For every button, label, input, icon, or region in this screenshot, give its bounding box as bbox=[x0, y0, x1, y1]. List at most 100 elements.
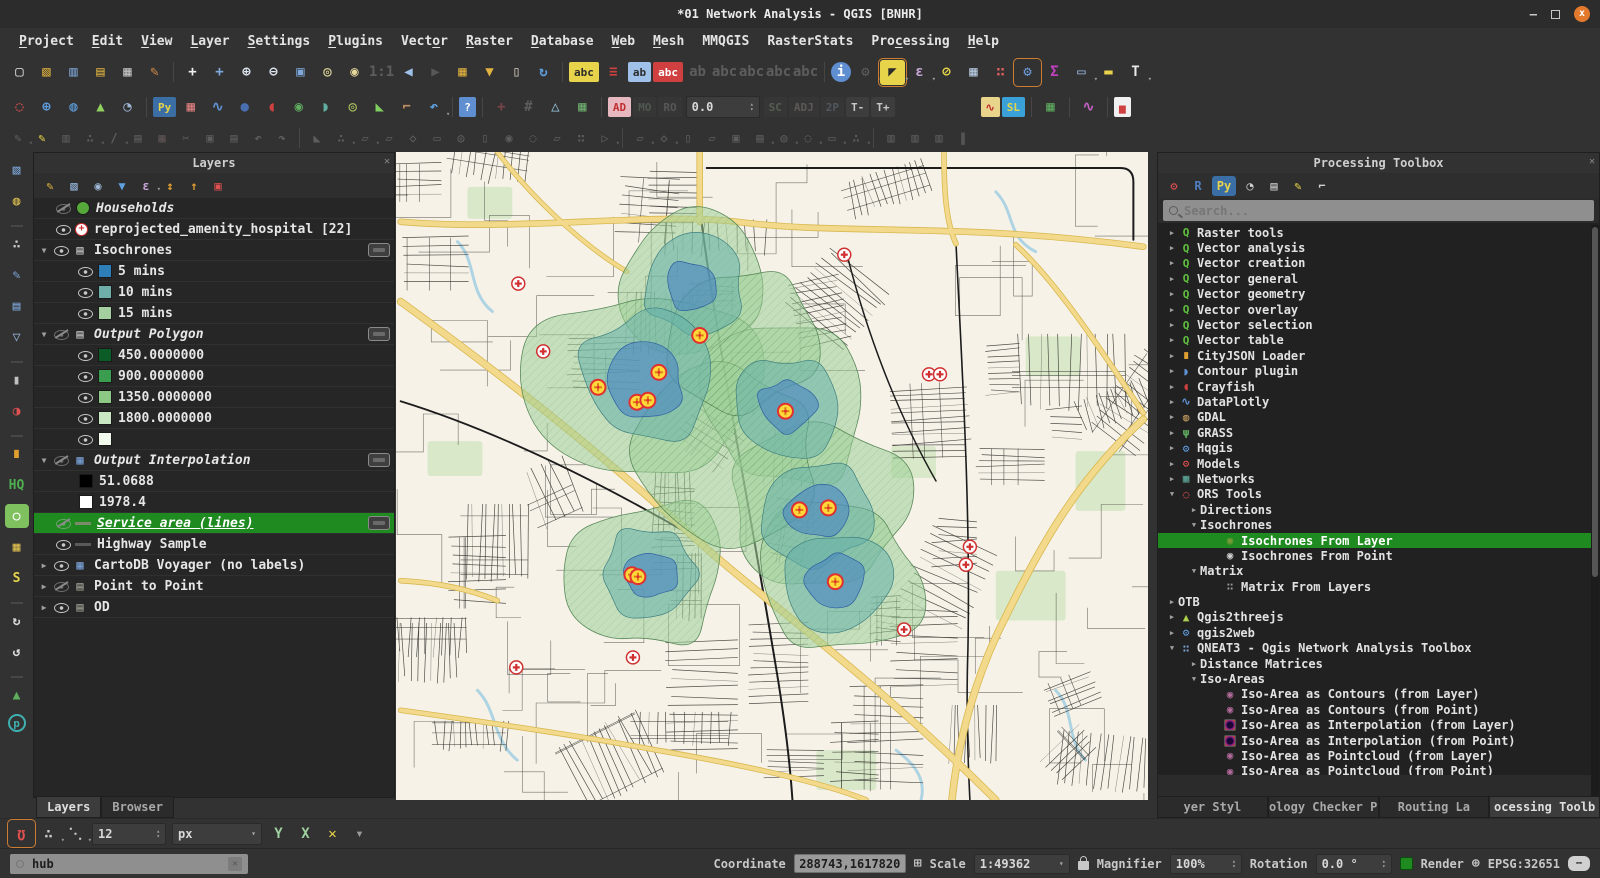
undo-plugin-button[interactable]: ↺ bbox=[5, 640, 29, 664]
layers-panel-close-icon[interactable]: ✕ bbox=[384, 156, 390, 167]
python-console-button[interactable]: Py bbox=[153, 97, 176, 117]
show-bookmarks-button[interactable]: ▯ bbox=[504, 60, 529, 85]
layer-row-450-0000000[interactable]: 450.0000000 bbox=[34, 345, 394, 366]
algorithm-vector-analysis[interactable]: ▶QVector analysis bbox=[1158, 240, 1599, 255]
algorithm-vector-table[interactable]: ▶QVector table bbox=[1158, 333, 1599, 348]
algorithm-isochrones[interactable]: ▼Isochrones bbox=[1158, 517, 1599, 532]
redo-button[interactable]: ↷ bbox=[271, 127, 293, 149]
visibility-eye-icon[interactable] bbox=[78, 264, 93, 279]
expander-icon[interactable]: ▼ bbox=[38, 456, 50, 465]
layer-row-output-polygon[interactable]: ▼▤Output Polygon bbox=[34, 324, 394, 345]
menu-edit[interactable]: Edit bbox=[83, 31, 132, 52]
label-curved-button[interactable]: abc bbox=[766, 60, 791, 85]
expander-icon[interactable]: ▶ bbox=[1166, 429, 1178, 437]
algorithm-isochrones-from-layer[interactable]: ◉Isochrones From Layer bbox=[1158, 533, 1599, 548]
minimize-button[interactable]: – bbox=[1530, 8, 1537, 20]
dock-tab-3[interactable]: ocessing Toolb bbox=[1489, 796, 1600, 818]
expander-icon[interactable]: ▶ bbox=[1166, 444, 1178, 452]
add-web-layer-button[interactable]: ◍ bbox=[5, 189, 29, 213]
pan-map-button[interactable]: + bbox=[180, 60, 205, 85]
maximize-button[interactable] bbox=[1551, 10, 1560, 19]
dock-tab-browser[interactable]: Browser bbox=[101, 796, 174, 818]
locator-search-input[interactable] bbox=[30, 856, 200, 872]
algorithm-otb[interactable]: ▶OTB bbox=[1158, 594, 1599, 609]
table-manager-button[interactable]: ▦ bbox=[1038, 95, 1063, 120]
visibility-eye-icon[interactable] bbox=[78, 432, 93, 447]
render-checkbox[interactable] bbox=[1400, 857, 1413, 870]
expander-icon[interactable]: ▶ bbox=[1166, 598, 1178, 606]
menu-raster[interactable]: Raster bbox=[457, 31, 522, 52]
new-project-button[interactable]: ▢ bbox=[7, 60, 32, 85]
algorithm-qneat3-qgis-network-analysis-toolbox[interactable]: ▼∷QNEAT3 - Qgis Network Analysis Toolbox bbox=[1158, 641, 1599, 656]
mode-SC-button[interactable]: SC bbox=[764, 97, 787, 117]
lock-scale-icon[interactable] bbox=[1078, 861, 1089, 870]
visibility-eye-icon[interactable] bbox=[78, 411, 93, 426]
rotate-point-symbols-button[interactable]: ◎▾ bbox=[773, 127, 795, 149]
label-change-button[interactable]: abc bbox=[739, 60, 764, 85]
text-smaller-button[interactable]: T- bbox=[846, 97, 869, 117]
menu-database[interactable]: Database bbox=[522, 31, 603, 52]
expander-icon[interactable]: ▶ bbox=[1166, 413, 1178, 421]
menu-view[interactable]: View bbox=[132, 31, 181, 52]
new-shapefile-layer-button[interactable]: ∴ bbox=[5, 232, 29, 256]
python-scripts-button[interactable]: Py bbox=[1212, 176, 1236, 196]
vertex-tool-button[interactable]: ∴▾ bbox=[330, 127, 352, 149]
expander-icon[interactable]: ▶ bbox=[38, 582, 50, 591]
measure-button[interactable]: ▭▾ bbox=[1069, 60, 1094, 85]
layer-row-1350-0000000[interactable]: 1350.0000000 bbox=[34, 387, 394, 408]
history-button[interactable]: ◔ bbox=[1240, 176, 1260, 196]
osm-place-search-button[interactable]: ◑ bbox=[5, 399, 29, 423]
label-rotate-button[interactable]: abc bbox=[712, 60, 737, 85]
collapse-all-button[interactable]: ↑ bbox=[184, 176, 204, 196]
fill-ring-button[interactable]: ◉ bbox=[498, 127, 520, 149]
terrain-shading-button[interactable]: ◣ bbox=[367, 95, 392, 120]
spinner-arrows-icon[interactable]: ▴▾ bbox=[1227, 859, 1236, 869]
label-options-button[interactable]: ≡ bbox=[601, 60, 626, 85]
text-bigger-button[interactable]: T+ bbox=[871, 97, 894, 117]
expander-icon[interactable]: ▶ bbox=[1166, 290, 1178, 298]
expander-icon[interactable]: ▼ bbox=[1166, 490, 1178, 498]
delete-selected-button[interactable]: ▦ bbox=[151, 127, 173, 149]
algorithm-directions[interactable]: ▶Directions bbox=[1158, 502, 1599, 517]
layer-row-point-to-point[interactable]: ▶▤Point to Point bbox=[34, 576, 394, 597]
geonode-browser-button[interactable]: ◍ bbox=[61, 95, 86, 120]
label-properties-button[interactable]: abc bbox=[793, 60, 818, 85]
layer-labeling-button[interactable]: abc bbox=[569, 62, 599, 82]
rotation-spin[interactable]: 0.0 ° ▴▾ bbox=[1316, 854, 1392, 874]
dock-tab-1[interactable]: pology Checker Pa bbox=[1268, 796, 1379, 818]
trim-extend-button[interactable]: ▭▾ bbox=[821, 127, 843, 149]
identify-features-button[interactable]: i bbox=[831, 62, 851, 82]
expander-icon[interactable]: ▶ bbox=[1166, 244, 1178, 252]
save-project-button[interactable]: ▥ bbox=[61, 60, 86, 85]
expander-icon[interactable]: ▶ bbox=[1166, 475, 1178, 483]
remove-layer-button[interactable]: ▣ bbox=[208, 176, 228, 196]
map-extent-badge-icon[interactable] bbox=[368, 516, 390, 530]
zoom-last-button[interactable]: ◀ bbox=[396, 60, 421, 85]
field-calculator-button[interactable]: ∷ bbox=[988, 60, 1013, 85]
add-group-button[interactable]: ▧ bbox=[64, 176, 84, 196]
cut-features-button[interactable]: ✂ bbox=[175, 127, 197, 149]
zoom-full-button[interactable]: ▣ bbox=[288, 60, 313, 85]
simplify-feature-button[interactable]: ▭ bbox=[426, 127, 448, 149]
algorithm-distance-matrices[interactable]: ▶Distance Matrices bbox=[1158, 656, 1599, 671]
locator-search-box[interactable]: ✕ bbox=[10, 854, 248, 874]
snap-unit-select-dropdown[interactable]: px▾ bbox=[172, 823, 262, 845]
offset-point-symbol-button[interactable]: ◌▾ bbox=[797, 127, 819, 149]
visibility-eye-icon[interactable] bbox=[78, 306, 93, 321]
gdrive-layer-button[interactable]: ▲ bbox=[5, 683, 29, 707]
processing-search-box[interactable]: Search... bbox=[1163, 200, 1594, 221]
visibility-eye-icon[interactable] bbox=[54, 600, 69, 615]
cad-value-spin-input[interactable]: 0.0▴▾ bbox=[686, 96, 760, 118]
expander-icon[interactable]: ▶ bbox=[1166, 229, 1178, 237]
dock-tab-0[interactable]: yer Styl bbox=[1157, 796, 1268, 818]
zoom-to-layer-button[interactable]: ◉ bbox=[342, 60, 367, 85]
mode-MO-button[interactable]: MO bbox=[633, 97, 656, 117]
menu-vector[interactable]: Vector bbox=[392, 31, 457, 52]
mode-2P-button[interactable]: 2P bbox=[821, 97, 844, 117]
db-manager-button[interactable]: ▮ bbox=[5, 368, 29, 392]
scrollbar-thumb[interactable] bbox=[1592, 227, 1598, 577]
copy-features-button[interactable]: ▣ bbox=[199, 127, 221, 149]
attribute-grid-button[interactable]: ▦ bbox=[178, 95, 203, 120]
visibility-eye-icon[interactable] bbox=[56, 516, 71, 531]
label-move-button[interactable]: ab bbox=[685, 60, 710, 85]
